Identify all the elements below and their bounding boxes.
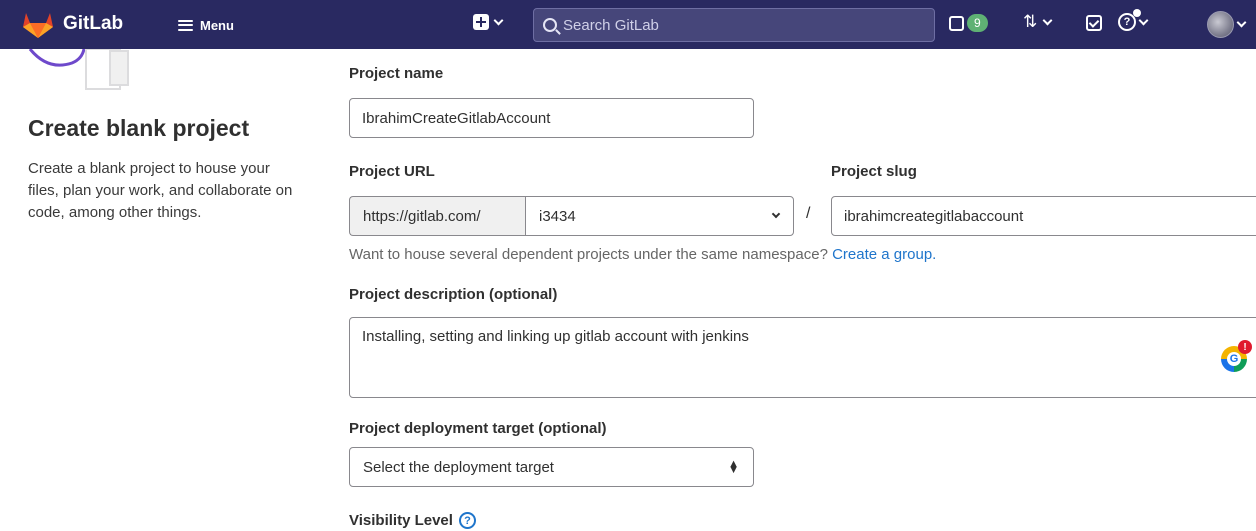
visibility-level-label: Visibility Level	[349, 512, 453, 529]
new-menu-button[interactable]	[473, 14, 504, 30]
chevron-down-icon	[493, 15, 504, 25]
project-url-group: https://gitlab.com/ i3434	[349, 196, 794, 236]
namespace-select[interactable]: i3434	[525, 196, 794, 236]
issues-icon	[949, 15, 964, 31]
deployment-target-label: Project deployment target (optional)	[349, 420, 607, 437]
todo-icon[interactable]	[1086, 15, 1102, 31]
user-menu-button[interactable]	[1207, 11, 1247, 38]
hamburger-icon	[178, 19, 193, 31]
project-name-label: Project name	[349, 65, 444, 82]
question-circle-icon[interactable]: ?	[458, 512, 476, 529]
project-slug-input[interactable]	[831, 196, 1256, 236]
blank-project-illustration	[28, 49, 129, 90]
page-description: Create a blank project to house your fil…	[28, 160, 293, 221]
deployment-target-select[interactable]: Select the deployment target ▲ ▼	[349, 447, 754, 487]
plus-square-icon	[473, 14, 489, 30]
visibility-level-row: Visibility Level ?	[349, 512, 476, 529]
page-title: Create blank project	[28, 115, 250, 141]
chevron-down-icon	[1138, 15, 1149, 25]
create-group-link[interactable]: Create a group.	[832, 246, 936, 263]
merge-request-icon: ⇅	[1023, 12, 1038, 32]
url-prefix: https://gitlab.com/	[349, 196, 525, 236]
issues-button[interactable]: 9	[949, 14, 988, 32]
project-name-input[interactable]	[349, 98, 754, 138]
menu-label: Menu	[200, 17, 234, 33]
search-box[interactable]	[533, 8, 935, 42]
chevron-down-icon	[1042, 15, 1053, 25]
url-separator: /	[806, 205, 811, 222]
namespace-help-text: Want to house several dependent projects…	[349, 246, 936, 263]
namespace-help-message: Want to house several dependent projects…	[349, 246, 828, 263]
namespace-value: i3434	[539, 207, 576, 225]
search-input[interactable]	[563, 16, 923, 34]
chevron-down-icon	[771, 209, 781, 219]
project-slug-label: Project slug	[831, 163, 917, 180]
issues-count-badge: 9	[967, 14, 988, 32]
menu-button[interactable]: Menu	[178, 14, 234, 36]
help-icon: ?	[1118, 9, 1141, 31]
avatar	[1207, 11, 1234, 38]
grammarly-alert-badge: !	[1238, 340, 1252, 354]
project-url-label: Project URL	[349, 163, 435, 180]
search-icon	[543, 18, 557, 32]
top-navbar: GitLab Menu 9 ⇅ ?	[0, 0, 1256, 49]
gitlab-logo-icon[interactable]	[22, 11, 54, 39]
select-arrows-icon: ▲ ▼	[728, 458, 739, 476]
help-button[interactable]: ?	[1118, 9, 1149, 31]
chevron-down-icon	[1236, 17, 1247, 28]
deployment-target-placeholder: Select the deployment target	[363, 458, 554, 476]
merge-requests-button[interactable]: ⇅	[1023, 12, 1053, 32]
project-description-label: Project description (optional)	[349, 286, 558, 303]
project-description-textarea[interactable]: Installing, setting and linking up gitla…	[349, 317, 1256, 398]
brand-name[interactable]: GitLab	[63, 13, 123, 35]
